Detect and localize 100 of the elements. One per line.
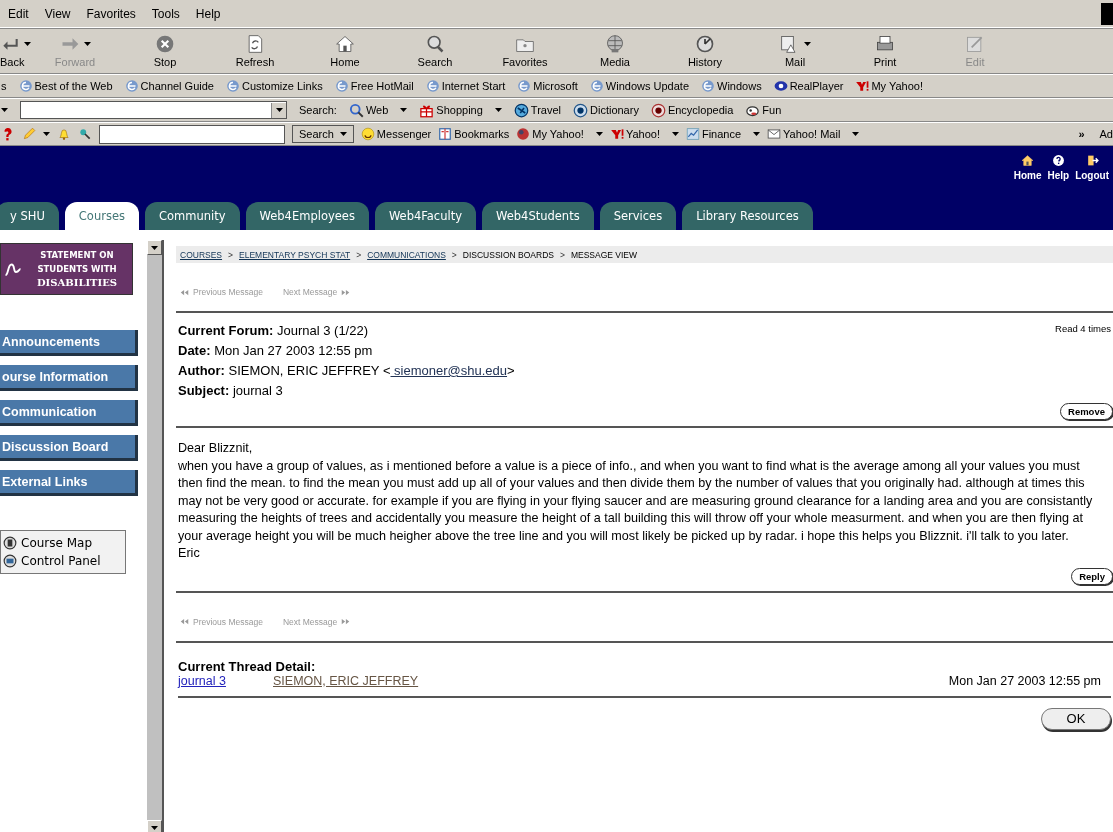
fast-forward-icon [341,617,351,626]
fast-forward-icon [341,287,351,297]
search-option[interactable]: Encyclopedia [650,102,734,118]
tool-link[interactable]: Control Panel [3,554,125,568]
caret-icon[interactable] [595,132,603,136]
header-link[interactable]: Help [1047,154,1070,181]
ok-button[interactable]: OK [1041,707,1111,730]
tab[interactable]: Web4Students [482,202,594,230]
caret-icon[interactable] [671,132,679,136]
tab[interactable]: Web4Employees [245,202,369,230]
menu-item[interactable]: View [36,6,79,21]
breadcrumb-link[interactable]: COMMUNICATIONS [367,249,446,260]
caret-icon[interactable] [24,42,31,46]
search-icon [348,102,364,118]
caret-icon[interactable] [151,245,158,250]
link-button[interactable]: Free HotMail [334,79,414,93]
menu-item[interactable]: Help [187,6,229,21]
search-button[interactable]: Search [292,125,354,143]
thread-subject-link[interactable]: journal 3 [178,673,273,688]
search-option[interactable]: Travel [513,102,561,118]
scrollbar[interactable] [147,240,164,832]
search-option[interactable]: Web [348,102,408,118]
search-option[interactable]: Fun [745,102,782,118]
globe-icon [517,79,532,93]
toolbar-button[interactable]: Refresh [210,34,300,68]
statement-banner[interactable]: STATEMENT ON STUDENTS WITH DISABILITIES [0,243,133,295]
menu-item[interactable]: Tools [143,6,188,21]
toolbar-button[interactable]: Mail [750,34,840,68]
globe-icon [334,79,349,93]
message-field: Author: SIEMON, ERIC JEFFREY < siemoner@shu.edu> [178,363,515,378]
link-button[interactable]: Windows [701,79,762,93]
toolbar-button[interactable]: History [660,34,750,68]
breadcrumb-link[interactable]: COURSES [180,249,223,260]
disc-icon [650,102,666,118]
toolbar-button[interactable]: Home [300,34,390,68]
tab[interactable]: Services [599,202,677,230]
book-icon [438,127,453,141]
address-label: Ad [1099,128,1113,140]
caret-icon[interactable] [803,42,811,46]
link-button[interactable]: Internet Start [425,79,506,93]
caret-icon[interactable] [494,108,502,112]
search-field[interactable] [99,124,285,144]
menu-item[interactable]: Favorites [78,6,144,21]
link-button[interactable]: My Yahoo! [855,79,924,93]
toolbar-button[interactable]: Back [0,34,30,68]
search-option[interactable]: Shopping [419,102,502,118]
tab[interactable]: Community [144,202,240,230]
message-body: when you have a group of values, as i mentioned before a value is a piece of info., and when you want to find what is the average among all your values you must then find the mean. to find the mean you must add up all of your values and then divide them by the number of values that you originally had. although at times this may not be very good or accurate. for example if you are flying in your flying saucer and are measuring ground clearance for a landing area and you are consistantly measuring the heights of trees and accidentally you measure the height of a tall building this will throw off your whole measurment. and when you are then flying at your average height you will be much heigher above the tree line and you will most likely be picked up by radar. i hope this helps you Blizznit. i'll talk to you later. [178,457,1094,545]
tab[interactable]: y SHU [0,202,59,230]
nav-button[interactable]: Discussion Board [0,435,138,461]
link-button[interactable]: Windows Update [589,79,689,93]
tab[interactable]: Library Resources [682,202,813,230]
toolbar-link[interactable]: Yahoo! Mail [767,127,860,141]
link-button[interactable]: Customize Links [225,79,323,93]
bell-icon [57,127,71,141]
toolbar-button[interactable]: Search [390,34,480,68]
link-button[interactable]: Microsoft [517,79,578,93]
menu-item[interactable]: Edit [0,6,37,21]
toolbar-link[interactable]: Messenger [360,127,432,141]
toolbar-button[interactable]: Stop [120,34,210,68]
more-button[interactable]: » [1078,128,1093,140]
link-button[interactable]: Best of the Web [18,79,113,93]
home-icon [335,34,355,54]
nav-button[interactable]: Announcements [0,330,138,356]
search-option[interactable]: Dictionary [573,102,639,118]
toolbar-link[interactable]: My Yahoo! [516,127,603,141]
caret-icon[interactable] [753,132,761,136]
caret-icon[interactable] [1,108,8,112]
address-field[interactable] [20,101,287,119]
toolbar-button[interactable]: Media [570,34,660,68]
caret-icon[interactable] [151,825,158,830]
notepad-icon [965,34,985,54]
toolbar-button[interactable]: Favorites [480,34,570,68]
tab[interactable]: Web4Faculty [374,202,476,230]
toolbar-button[interactable]: Print [840,34,930,68]
tool-link[interactable]: Course Map [3,536,125,550]
link-button[interactable]: RealPlayer [773,79,844,93]
header-link[interactable]: Logout [1075,154,1109,181]
separator: > [356,249,362,260]
reply-button[interactable]: Reply [1071,567,1113,585]
nav-button[interactable]: Communication [0,400,138,426]
toolbar-link[interactable]: Finance [685,127,761,141]
home-icon [1021,154,1035,167]
toolbar-link[interactable]: Yahoo! [609,127,679,141]
caret-icon[interactable] [43,132,50,136]
caret-icon[interactable] [852,132,860,136]
globe-icon [605,34,625,54]
header-link[interactable]: Home [1013,154,1042,181]
nav-button[interactable]: External Links [0,470,138,496]
link-button[interactable]: Channel Guide [124,79,214,93]
caret-icon[interactable] [339,132,347,136]
caret-icon[interactable] [275,108,283,112]
thread-author[interactable]: SIEMON, ERIC JEFFREY [273,673,949,688]
caret-icon[interactable] [400,108,408,112]
toolbar-link[interactable]: Bookmarks [438,127,510,141]
email-link[interactable]: siemoner@shu.edu [390,363,508,378]
nav-button[interactable]: ourse Information [0,365,138,391]
breadcrumb-link[interactable]: ELEMENTARY PSYCH STAT [239,249,351,260]
remove-button[interactable]: Remove [1060,403,1113,420]
tab[interactable]: Courses [64,202,139,230]
